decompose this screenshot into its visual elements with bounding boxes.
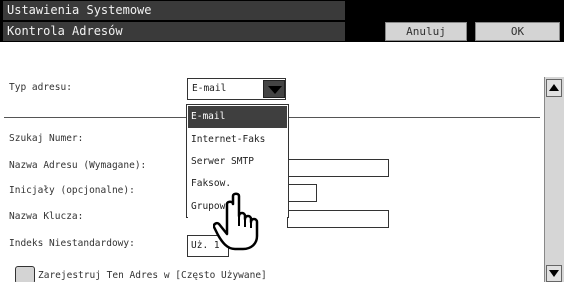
hand-pointer-icon <box>213 192 259 251</box>
title-bar: Ustawienia Systemowe Kontrola Adresów An… <box>0 0 564 42</box>
arrow-down-icon[interactable] <box>546 265 562 282</box>
dropdown-option-internet-fax[interactable]: Internet-Faks <box>188 129 287 151</box>
arrow-up-icon[interactable] <box>546 79 562 97</box>
ok-button[interactable]: OK <box>475 22 560 41</box>
address-name-field[interactable] <box>287 159 389 177</box>
dropdown-option-email[interactable]: E-mail <box>188 106 287 128</box>
register-frequent-label: Zarejestruj Ten Adres w [Często Używane] <box>38 270 267 281</box>
cancel-button[interactable]: Anuluj <box>385 22 467 41</box>
custom-index-label: Indeks Niestandardowy: <box>9 238 135 249</box>
triangle-down-icon[interactable] <box>263 80 285 98</box>
register-frequent-checkbox[interactable] <box>15 266 35 282</box>
dropdown-option-smtp-server[interactable]: Serwer SMTP <box>188 151 287 173</box>
key-name-field[interactable] <box>287 210 389 228</box>
key-name-label: Nazwa Klucza: <box>9 211 84 222</box>
address-name-label: Nazwa Adresu (Wymagane): <box>9 160 147 171</box>
initials-label: Inicjały (opcjonalne): <box>9 185 135 196</box>
scrollbar[interactable] <box>544 77 564 282</box>
address-type-label: Typ adresu: <box>9 82 72 93</box>
initials-field[interactable] <box>287 184 317 202</box>
page-title: Kontrola Adresów <box>3 22 345 41</box>
window-title: Ustawienia Systemowe <box>3 1 345 20</box>
search-number-label: Szukaj Numer: <box>9 133 84 144</box>
